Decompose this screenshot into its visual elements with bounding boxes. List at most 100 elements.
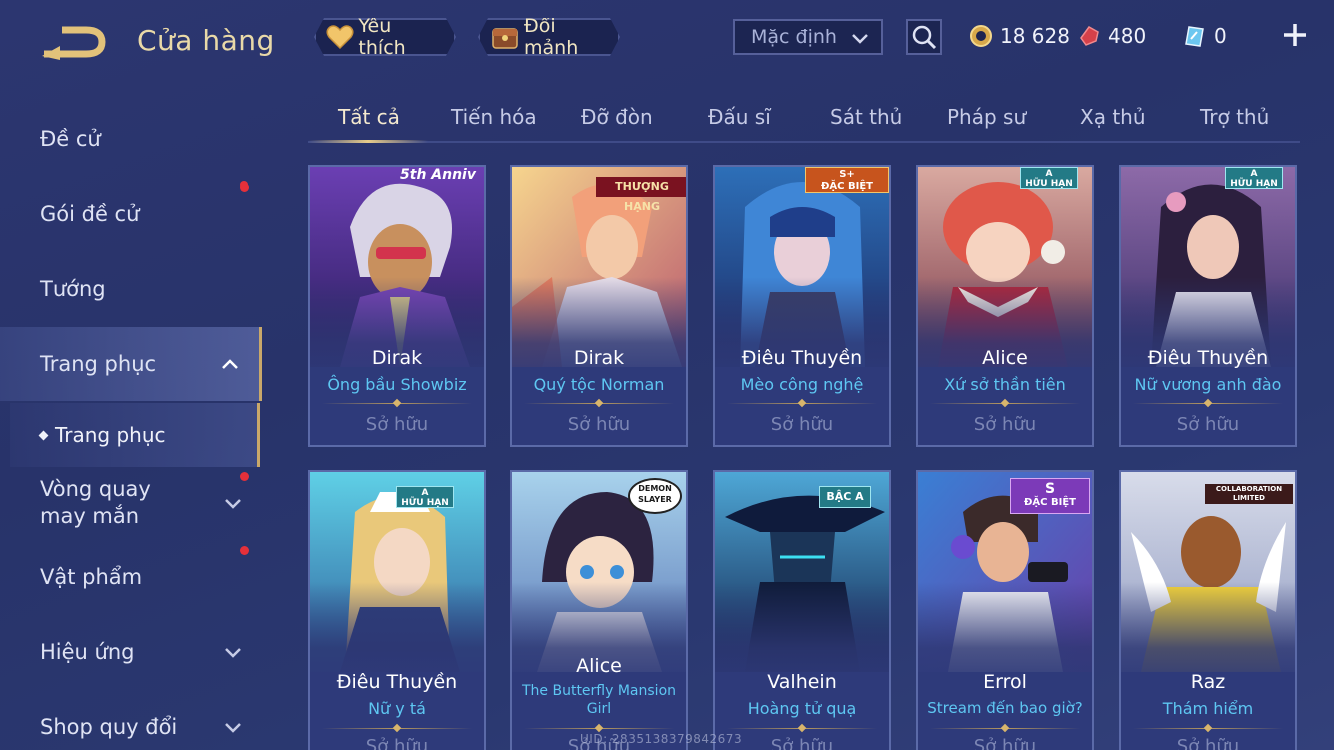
tab-all[interactable]: Tất cả xyxy=(338,105,400,129)
hero-name: Dirak xyxy=(573,347,625,369)
skin-badge-tier: S xyxy=(1044,481,1056,497)
sidebar-item-label: Vòng quay may mắn xyxy=(40,477,151,528)
top-bar: Cửa hàng Yêu thích Đổi mảnh Mặc định 18 … xyxy=(0,0,1334,80)
sidebar-item-label: Tướng xyxy=(40,277,106,301)
hero-name: Điêu Thuyền xyxy=(336,671,458,693)
heart-icon xyxy=(326,22,354,52)
favorites-label: Yêu thích xyxy=(358,15,406,59)
hero-name: Alice xyxy=(982,347,1028,369)
hero-name: Errol xyxy=(983,671,1027,693)
sidebar-item-items[interactable]: Vật phẩm xyxy=(0,540,262,614)
skin-name: Hoàng tử quạ xyxy=(747,699,857,718)
sidebar-item-featured-bundles[interactable]: Gói đề cử xyxy=(0,177,262,251)
skin-card[interactable]: BẬC A Valhein Hoàng tử quạ Sở hữu xyxy=(713,470,891,750)
hero-name: Điêu Thuyền xyxy=(741,347,863,369)
search-button[interactable] xyxy=(906,19,942,55)
tab-evolution[interactable]: Tiến hóa xyxy=(451,105,537,129)
tab-marksman[interactable]: Xạ thủ xyxy=(1080,105,1146,129)
chevron-down-icon xyxy=(852,34,868,44)
skin-name: Quý tộc Norman xyxy=(533,375,665,394)
skin-badge-label: ĐẶC BIỆT xyxy=(821,181,873,192)
sort-select-value: Mặc định xyxy=(751,26,837,48)
skin-badge-tier: A xyxy=(1250,169,1258,179)
notification-dot xyxy=(240,472,249,481)
skin-card[interactable]: THƯỢNG HẠNG Dirak Quý tộc Norman Sở hữu xyxy=(510,165,688,447)
skin-badge-label: HỮU HẠN xyxy=(1025,179,1073,189)
add-currency-button[interactable] xyxy=(1280,20,1310,50)
owned-status: Sở hữu xyxy=(1176,736,1240,750)
owned-status: Sở hữu xyxy=(1176,414,1240,435)
skin-badge: BẬC A xyxy=(819,486,871,508)
active-tab-indicator xyxy=(308,140,428,143)
tab-assassin[interactable]: Sát thủ xyxy=(830,105,902,129)
skin-badge-tier: A xyxy=(1045,169,1053,179)
voucher-amount: 480 xyxy=(1108,24,1147,48)
sidebar-item-featured[interactable]: Đề cử xyxy=(0,102,262,176)
sidebar-item-label: Đề cử xyxy=(40,127,101,151)
user-id-watermark: UID: 2835138379842673 xyxy=(580,732,743,746)
sidebar-item-lucky-wheel[interactable]: Vòng quay may mắn xyxy=(0,470,262,536)
skin-card[interactable]: S ĐẶC BIỆT Errol Stream đến bao giờ? Sở … xyxy=(916,470,1094,750)
sort-select[interactable]: Mặc định xyxy=(733,19,883,55)
tab-tank[interactable]: Đỡ đòn xyxy=(581,105,653,129)
sidebar-item-exchange-shop[interactable]: Shop quy đổi xyxy=(0,690,262,750)
gold-amount: 18 628 xyxy=(1000,24,1070,48)
skin-card[interactable]: COLLABORATION LIMITED Raz Thám hiểm Sở h… xyxy=(1119,470,1297,750)
owned-status: Sở hữu xyxy=(365,736,429,750)
owned-status: Sở hữu xyxy=(973,736,1037,750)
skin-card[interactable]: DEMON SLAYER Alice The Butterfly Mansion… xyxy=(510,470,688,750)
sidebar-item-label: Gói đề cử xyxy=(40,202,140,226)
skin-name: Ông bầu Showbiz xyxy=(327,375,467,394)
skin-card[interactable]: A HỮU HẠN Alice Xứ sở thần tiên Sở hữu xyxy=(916,165,1094,447)
chevron-down-icon xyxy=(225,648,241,658)
skin-badge-tier: A xyxy=(421,488,429,498)
tab-mage[interactable]: Pháp sư xyxy=(947,105,1026,129)
sidebar-subitem-skins[interactable]: Trang phục xyxy=(10,403,260,467)
ticket-icon xyxy=(1182,23,1208,49)
bullet-icon xyxy=(38,430,49,440)
notification-dot xyxy=(240,546,249,555)
skin-badge: S ĐẶC BIỆT xyxy=(1010,478,1090,514)
owned-status: Sở hữu xyxy=(567,414,631,435)
tab-support[interactable]: Trợ thủ xyxy=(1200,105,1269,129)
tab-fighter[interactable]: Đấu sĩ xyxy=(708,105,771,129)
owned-status: Sở hữu xyxy=(365,414,429,435)
skin-name: Nữ y tá xyxy=(368,699,426,718)
plus-icon xyxy=(1284,24,1306,46)
category-tabs: Tất cả Tiến hóa Đỡ đòn Đấu sĩ Sát thủ Ph… xyxy=(308,95,1300,143)
skin-badge: S+ ĐẶC BIỆT xyxy=(805,167,889,193)
favorites-button[interactable]: Yêu thích xyxy=(314,18,456,56)
skin-card[interactable]: A HỮU HẠN Điêu Thuyền Nữ vương anh đào S… xyxy=(1119,165,1297,447)
hero-name: Raz xyxy=(1190,671,1226,693)
hero-name: Điêu Thuyền xyxy=(1147,347,1269,369)
voucher-balance: 480 xyxy=(1076,22,1146,50)
skin-name: Thám hiểm xyxy=(1162,699,1254,718)
hero-name: Dirak xyxy=(371,347,423,369)
sidebar-item-skins[interactable]: Trang phục xyxy=(0,327,262,401)
sidebar-item-label: Hiệu ứng xyxy=(40,640,135,664)
chevron-down-icon xyxy=(225,499,241,509)
sidebar-item-effects[interactable]: Hiệu ứng xyxy=(0,615,262,689)
skin-badge-tier: S+ xyxy=(839,169,855,180)
skin-badge: THƯỢNG HẠNG xyxy=(596,177,686,213)
sidebar-item-label: Shop quy đổi xyxy=(40,715,178,739)
sidebar-item-label: Trang phục xyxy=(40,352,157,376)
skin-name: Stream đến bao giờ? xyxy=(927,699,1083,717)
skin-badge-label: HỮU HẠN xyxy=(401,498,449,508)
skin-name: The Butterfly Mansion Girl xyxy=(521,683,677,717)
skin-card[interactable]: 5th Anniv Dirak Ông bầu Showbiz Sở hữu xyxy=(308,165,486,447)
skin-badge: 5th Anniv xyxy=(400,167,476,183)
exchange-shards-button[interactable]: Đổi mảnh xyxy=(478,18,620,56)
skin-card[interactable]: A HỮU HẠN Điêu Thuyền Nữ y tá Sở hữu xyxy=(308,470,486,750)
back-button[interactable] xyxy=(40,20,110,64)
sidebar-subitem-label: Trang phục xyxy=(55,423,166,447)
skin-badge: A HỮU HẠN xyxy=(1225,167,1283,189)
skin-badge: A HỮU HẠN xyxy=(396,486,454,508)
skin-card[interactable]: S+ ĐẶC BIỆT Điêu Thuyền Mèo công nghệ Sở… xyxy=(713,165,891,447)
chevron-down-icon xyxy=(225,723,241,733)
sidebar: Đề cử Gói đề cử Tướng Trang phục Trang p… xyxy=(0,100,262,750)
owned-status: Sở hữu xyxy=(973,414,1037,435)
page-title: Cửa hàng xyxy=(137,24,275,57)
skin-badge: COLLABORATION LIMITED xyxy=(1205,484,1293,504)
sidebar-item-heroes[interactable]: Tướng xyxy=(0,252,262,326)
